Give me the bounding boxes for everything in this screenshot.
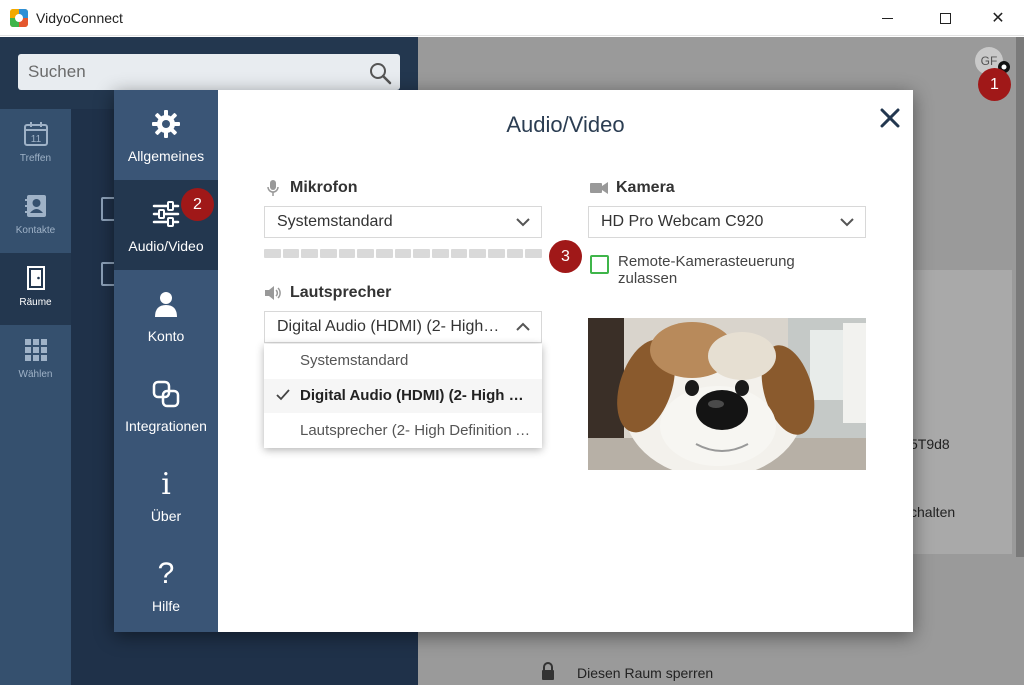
nav-item-label: Audio/Video bbox=[128, 238, 204, 254]
lock-room-link[interactable]: Diesen Raum sperren bbox=[577, 665, 713, 681]
nav-item-ueber[interactable]: i Über bbox=[114, 450, 218, 540]
rail-item-label: Wählen bbox=[18, 369, 53, 380]
gear-icon bbox=[150, 108, 182, 140]
microphone-select[interactable]: Systemstandard bbox=[264, 206, 542, 238]
nav-item-label: Konto bbox=[147, 328, 185, 344]
nav-item-label: Über bbox=[150, 508, 182, 524]
person-icon bbox=[150, 288, 182, 320]
camera-section-label: Kamera bbox=[590, 179, 675, 197]
speaker-select[interactable]: Digital Audio (HDMI) (2- High Definition… bbox=[264, 311, 542, 343]
nav-item-label: Integrationen bbox=[125, 418, 207, 434]
settings-nav: Allgemeines Audio/Video Konto Integratio… bbox=[114, 90, 218, 632]
chevron-down-icon bbox=[516, 218, 530, 227]
rail-item-label: Treffen bbox=[19, 153, 52, 164]
camera-icon bbox=[590, 179, 608, 197]
speaker-option[interactable]: Lautsprecher (2- High Definition Audio D… bbox=[264, 414, 542, 448]
camera-preview bbox=[588, 318, 866, 470]
settings-dialog: Allgemeines Audio/Video Konto Integratio… bbox=[114, 90, 913, 632]
minimize-button[interactable] bbox=[864, 4, 910, 32]
info-icon: i bbox=[161, 466, 171, 502]
annotation-badge-1: 1 bbox=[978, 68, 1011, 101]
rail-item-label: Räume bbox=[19, 297, 52, 308]
speaker-option[interactable]: Systemstandard bbox=[264, 344, 542, 378]
microphone-level-meter bbox=[264, 249, 543, 258]
rail-item-treffen[interactable]: 11 Treffen bbox=[0, 109, 71, 181]
microphone-icon bbox=[264, 179, 282, 197]
microphone-section-label: Mikrofon bbox=[264, 179, 358, 197]
rail-item-kontakte[interactable]: Kontakte bbox=[0, 181, 71, 253]
room-key-text: 5T9d8 bbox=[910, 436, 950, 452]
calendar-day: 11 bbox=[30, 134, 41, 145]
close-dialog-icon[interactable] bbox=[876, 104, 904, 132]
checkmark-icon bbox=[276, 389, 290, 401]
search-icon[interactable] bbox=[368, 61, 392, 85]
remote-camera-control-checkbox[interactable] bbox=[590, 255, 609, 274]
search-input[interactable] bbox=[18, 54, 348, 90]
help-icon: ? bbox=[157, 557, 175, 590]
speaker-icon bbox=[264, 284, 282, 302]
dialog-title: Audio/Video bbox=[506, 112, 625, 137]
door-icon bbox=[23, 265, 49, 291]
contacts-icon bbox=[23, 193, 49, 219]
remote-camera-control-label[interactable]: Remote-Kamerasteuerung zulassen bbox=[618, 253, 838, 287]
rail-item-label: Kontakte bbox=[15, 225, 56, 236]
annotation-badge-3: 3 bbox=[549, 240, 582, 273]
maximize-icon bbox=[939, 12, 951, 24]
rail-item-raeume[interactable]: Räume bbox=[0, 253, 71, 325]
integrations-icon bbox=[150, 378, 182, 410]
dialpad-icon bbox=[23, 337, 49, 363]
title-bar: VidyoConnect ✕ bbox=[0, 0, 1024, 36]
chevron-up-icon bbox=[516, 322, 530, 331]
annotation-badge-2: 2 bbox=[181, 188, 214, 221]
nav-item-integrationen[interactable]: Integrationen bbox=[114, 360, 218, 450]
nav-item-label: Allgemeines bbox=[127, 148, 205, 164]
speaker-option-selected[interactable]: Digital Audio (HDMI) (2- High Definition… bbox=[264, 379, 542, 413]
chevron-down-icon bbox=[840, 218, 854, 227]
nav-item-konto[interactable]: Konto bbox=[114, 270, 218, 360]
calendar-icon: 11 bbox=[23, 121, 49, 147]
speaker-section-label: Lautsprecher bbox=[264, 284, 391, 302]
toggle-label-text: chalten bbox=[910, 504, 956, 520]
maximize-button[interactable] bbox=[922, 4, 968, 32]
vidyo-logo-icon bbox=[10, 9, 28, 27]
sliders-icon bbox=[150, 198, 182, 230]
left-rail: 11 Treffen Kontakte Räume Wählen bbox=[0, 109, 71, 685]
close-icon: ✕ bbox=[991, 10, 1005, 27]
rail-item-waehlen[interactable]: Wählen bbox=[0, 325, 71, 397]
camera-select[interactable]: HD Pro Webcam C920 bbox=[588, 206, 866, 238]
speaker-option-label: Digital Audio (HDMI) (2- High Definition… bbox=[300, 387, 542, 404]
scrollbar[interactable] bbox=[1016, 37, 1024, 557]
nav-item-label: Hilfe bbox=[151, 598, 180, 614]
settings-content: Audio/Video Mikrofon Systemstandard Laut… bbox=[218, 90, 913, 632]
nav-item-allgemeines[interactable]: Allgemeines bbox=[114, 90, 218, 180]
speaker-dropdown: Systemstandard Digital Audio (HDMI) (2- … bbox=[264, 344, 542, 448]
close-window-button[interactable]: ✕ bbox=[975, 4, 1021, 32]
nav-item-hilfe[interactable]: ? Hilfe bbox=[114, 540, 218, 630]
search-box bbox=[18, 54, 400, 90]
window-title: VidyoConnect bbox=[36, 10, 123, 26]
minimize-icon bbox=[881, 17, 893, 19]
lock-icon bbox=[542, 662, 554, 680]
